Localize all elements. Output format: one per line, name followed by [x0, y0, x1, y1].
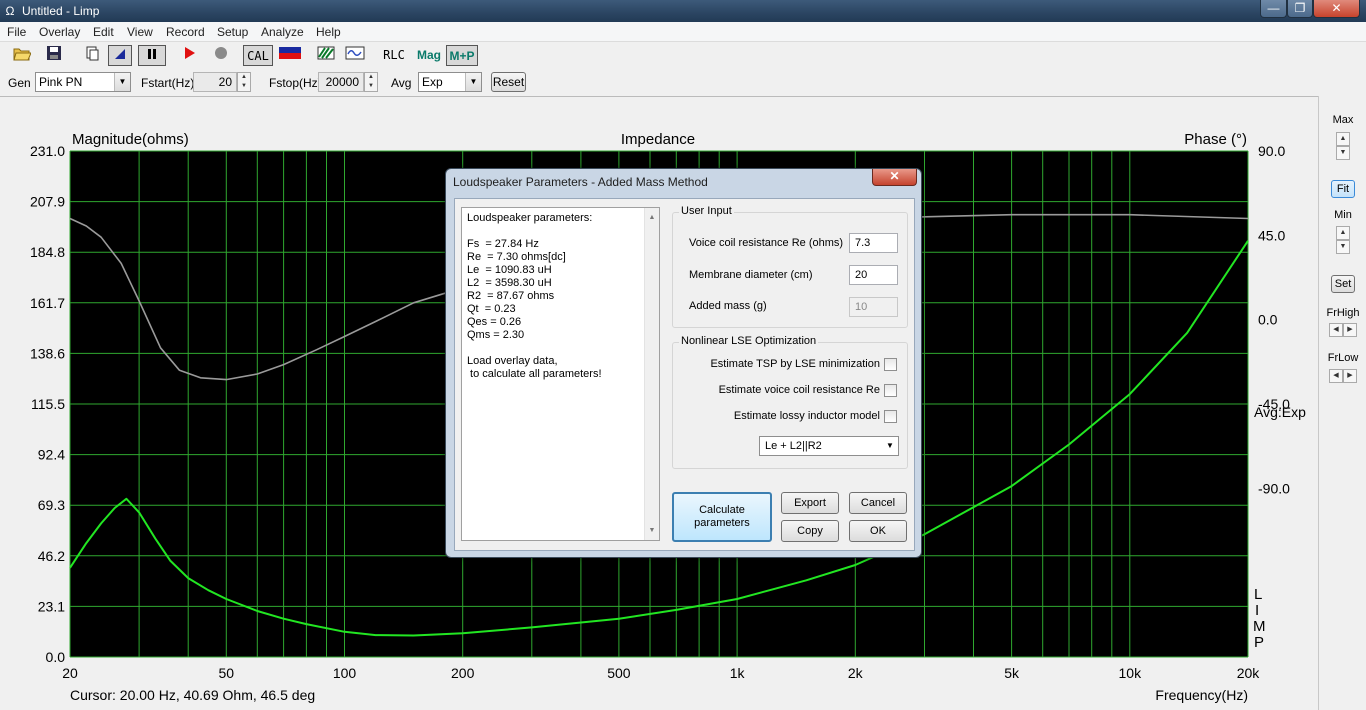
x-axis-label: Frequency(Hz): [1155, 687, 1248, 703]
ok-button[interactable]: OK: [849, 520, 907, 542]
param-line: Qt = 0.23: [467, 303, 516, 315]
max-up-arrow-icon[interactable]: ▲: [1336, 132, 1350, 146]
scroll-down-arrow-icon[interactable]: ▼: [645, 524, 659, 537]
y-left-tick-label: 207.9: [30, 194, 65, 210]
user-input-title: User Input: [679, 205, 734, 217]
param-line: Loudspeaker parameters:: [467, 212, 593, 224]
brand-letter-i: I: [1255, 602, 1259, 619]
x-tick-label: 1k: [730, 665, 746, 681]
diameter-input[interactable]: 20: [849, 265, 898, 285]
dialog-close-button[interactable]: ✕: [872, 169, 917, 186]
scale-panel: Max ▲ ▼ Fit Min ▲ ▼ Set FrHigh ◀ ▶ FrLow…: [1318, 96, 1366, 710]
param-line: Load overlay data,: [467, 355, 558, 367]
brand-letter-p: P: [1254, 634, 1264, 651]
param-line: L2 = 3598.30 uH: [467, 277, 552, 289]
y-left-tick-label: 231.0: [30, 143, 65, 159]
y-left-tick-label: 184.8: [30, 244, 65, 260]
chart-title: Impedance: [621, 131, 695, 148]
lse-re-checkbox[interactable]: [884, 384, 897, 397]
inductor-model-select[interactable]: Le + L2||R2 ▼: [759, 436, 899, 456]
y-left-tick-label: 23.1: [38, 598, 65, 614]
x-tick-label: 5k: [1004, 665, 1020, 681]
x-tick-label: 20: [62, 665, 78, 681]
lse-title: Nonlinear LSE Optimization: [679, 335, 819, 347]
y-right-tick-label: 0.0: [1258, 312, 1278, 328]
calculate-label-1: Calculate: [699, 504, 745, 516]
added-mass-label: Added mass (g): [689, 300, 767, 312]
max-down-arrow-icon[interactable]: ▼: [1336, 146, 1350, 160]
frhigh-label: FrHigh: [1326, 307, 1360, 319]
x-tick-label: 500: [607, 665, 631, 681]
x-tick-label: 10k: [1119, 665, 1143, 681]
frhigh-right-arrow-icon[interactable]: ▶: [1343, 323, 1357, 337]
x-tick-label: 50: [219, 665, 235, 681]
param-line: to calculate all parameters!: [467, 368, 602, 380]
cancel-button[interactable]: Cancel: [849, 492, 907, 514]
re-label: Voice coil resistance Re (ohms): [689, 237, 844, 249]
fit-button[interactable]: Fit: [1331, 180, 1355, 198]
lse-inductor-checkbox[interactable]: [884, 410, 897, 423]
lse-tsp-label: Estimate TSP by LSE minimization: [710, 358, 880, 370]
textbox-scrollbar[interactable]: ▲ ▼: [644, 208, 659, 540]
cursor-readout: Cursor: 20.00 Hz, 40.69 Ohm, 46.5 deg: [70, 687, 315, 703]
copy-button[interactable]: Copy: [781, 520, 839, 542]
y-axis-left-label: Magnitude(ohms): [72, 131, 189, 148]
max-label: Max: [1332, 114, 1354, 126]
y-right-tick-label: 45.0: [1258, 227, 1285, 243]
calculate-label-2: parameters: [694, 517, 750, 529]
y-axis-right-label: Phase (°): [1184, 131, 1247, 148]
dialog-title: Loudspeaker Parameters - Added Mass Meth…: [453, 175, 708, 189]
re-input[interactable]: 7.3: [849, 233, 898, 253]
y-left-tick-label: 69.3: [38, 497, 65, 513]
chevron-down-icon: ▼: [882, 437, 898, 455]
brand-letter-l: L: [1254, 586, 1262, 603]
min-down-arrow-icon[interactable]: ▼: [1336, 240, 1350, 254]
y-left-tick-label: 138.6: [30, 345, 65, 361]
param-line: [467, 225, 659, 238]
added-mass-input[interactable]: 10: [849, 297, 898, 317]
x-tick-label: 20k: [1237, 665, 1261, 681]
x-tick-label: 100: [333, 665, 357, 681]
y-left-tick-label: 115.5: [31, 396, 65, 412]
param-line: R2 = 87.67 ohms: [467, 290, 555, 302]
y-left-tick-label: 0.0: [46, 649, 66, 665]
param-line: [467, 342, 659, 355]
loudspeaker-parameters-dialog: Loudspeaker Parameters - Added Mass Meth…: [445, 168, 922, 558]
inductor-model-value: Le + L2||R2: [765, 440, 822, 452]
lse-optimization-group: Nonlinear LSE Optimization Estimate TSP …: [672, 335, 908, 469]
diameter-label: Membrane diameter (cm): [689, 269, 813, 281]
x-tick-label: 200: [451, 665, 475, 681]
y-left-tick-label: 92.4: [38, 447, 65, 463]
avg-status: Avg:Exp: [1254, 404, 1306, 420]
calculate-parameters-button[interactable]: Calculate parameters: [672, 492, 772, 542]
min-label: Min: [1334, 209, 1352, 221]
dialog-body: Loudspeaker parameters: Fs = 27.84 Hz Re…: [454, 198, 915, 551]
lse-inductor-label: Estimate lossy inductor model: [733, 410, 880, 422]
brand-letter-m: M: [1253, 618, 1266, 635]
param-line: Qms = 2.30: [467, 329, 525, 341]
y-right-tick-label: -90.0: [1258, 480, 1290, 496]
y-left-tick-label: 161.7: [30, 295, 65, 311]
lse-tsp-checkbox[interactable]: [884, 358, 897, 371]
frlow-left-arrow-icon[interactable]: ◀: [1329, 369, 1343, 383]
param-line: Re = 7.30 ohms[dc]: [467, 251, 566, 263]
parameters-textbox[interactable]: Loudspeaker parameters: Fs = 27.84 Hz Re…: [461, 207, 660, 541]
set-button[interactable]: Set: [1331, 275, 1355, 293]
close-button[interactable]: ✕: [1313, 0, 1360, 18]
lse-re-label: Estimate voice coil resistance Re: [718, 384, 880, 396]
param-line: Fs = 27.84 Hz: [467, 238, 539, 250]
frhigh-left-arrow-icon[interactable]: ◀: [1329, 323, 1343, 337]
param-line: Le = 1090.83 uH: [467, 264, 552, 276]
y-left-tick-label: 46.2: [38, 548, 65, 564]
x-tick-label: 2k: [848, 665, 864, 681]
frlow-label: FrLow: [1327, 352, 1359, 364]
user-input-group: User Input Voice coil resistance Re (ohm…: [672, 205, 908, 328]
scroll-up-arrow-icon[interactable]: ▲: [645, 211, 659, 224]
frlow-right-arrow-icon[interactable]: ▶: [1343, 369, 1357, 383]
param-line: Qes = 0.26: [467, 316, 522, 328]
min-up-arrow-icon[interactable]: ▲: [1336, 226, 1350, 240]
export-button[interactable]: Export: [781, 492, 839, 514]
y-right-tick-label: 90.0: [1258, 143, 1285, 159]
